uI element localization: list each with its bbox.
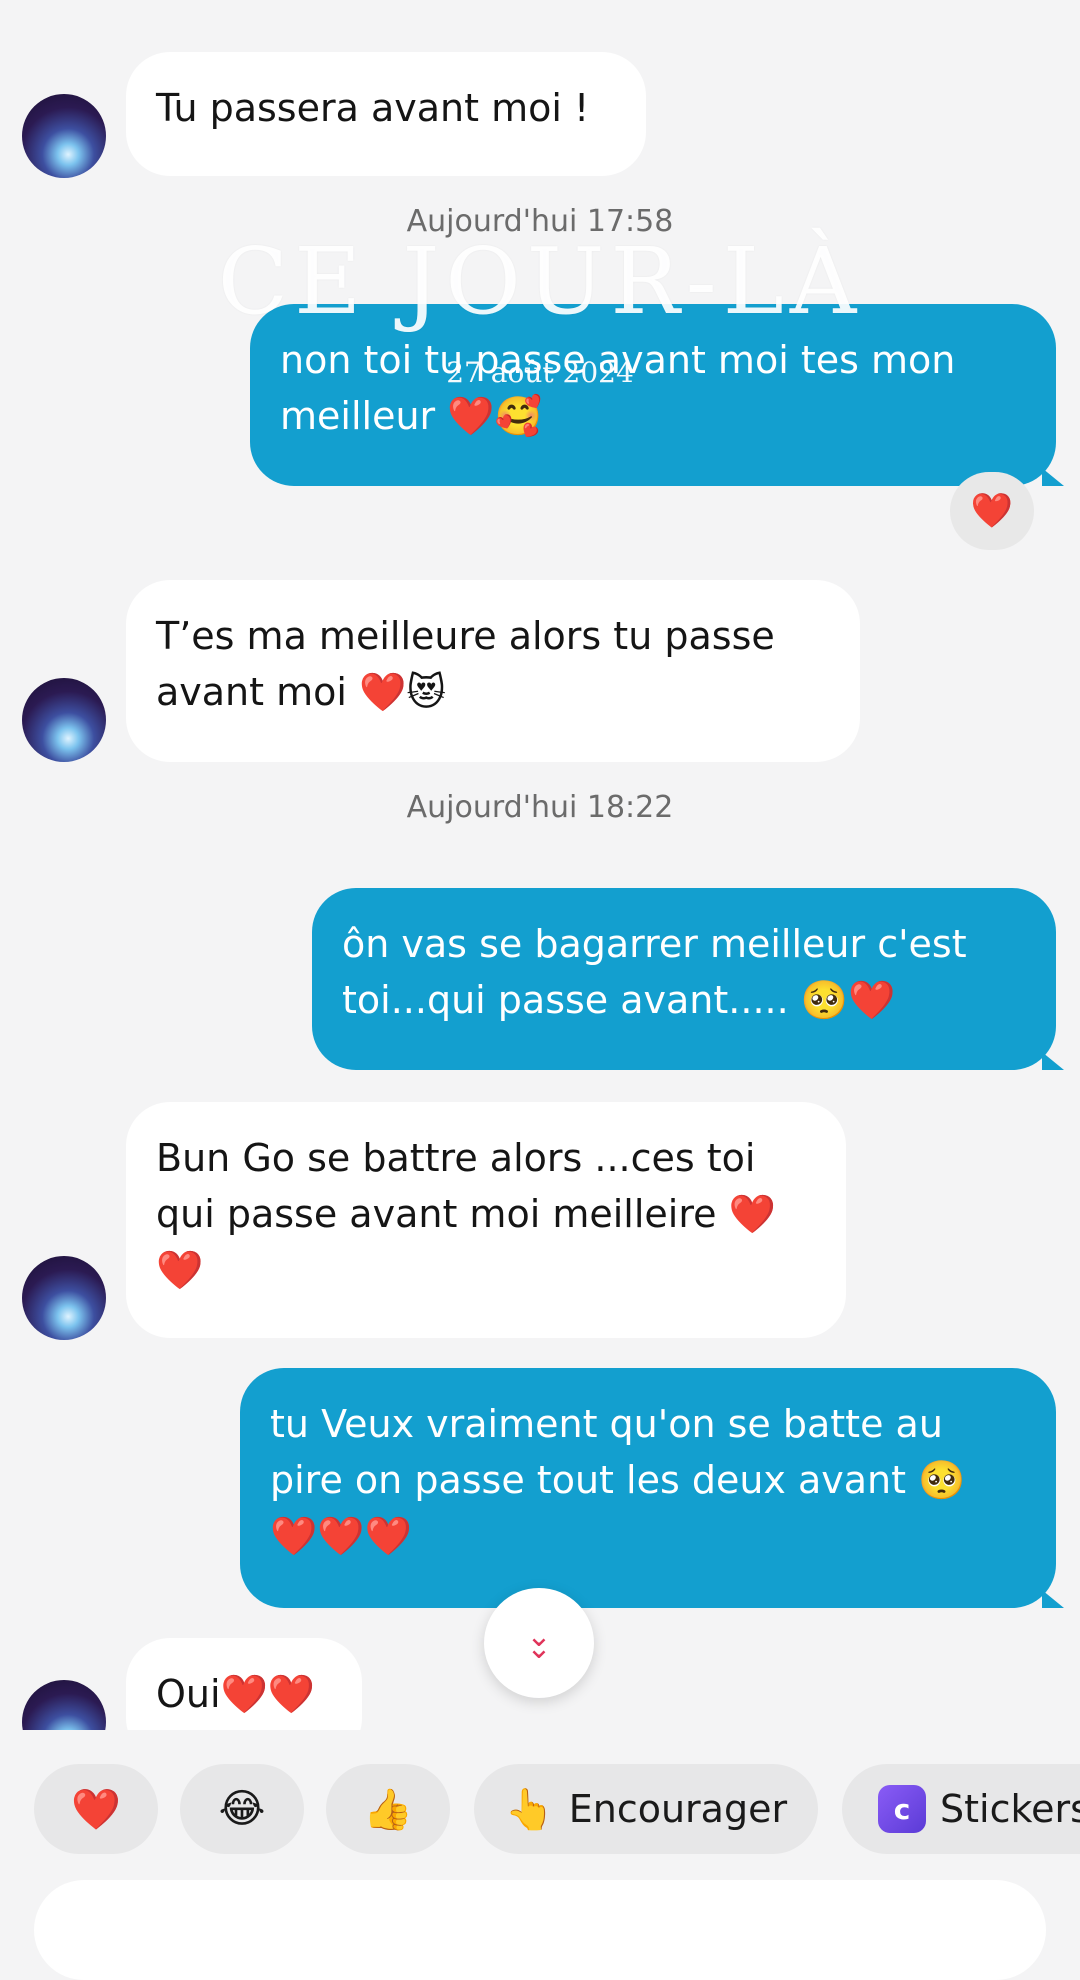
- contact-avatar[interactable]: [22, 1680, 106, 1730]
- message-incoming[interactable]: T’es ma meilleure alors tu passe avant m…: [126, 580, 860, 762]
- double-chevron-down-icon: ⌄ ⌄: [526, 1619, 552, 1666]
- quick-reply-laugh[interactable]: 😂: [180, 1764, 304, 1854]
- pointing-hand-icon: 👆: [504, 1786, 555, 1833]
- timestamp: Aujourd'hui 18:22: [406, 790, 674, 825]
- heart-reaction-icon[interactable]: ❤️: [950, 472, 1034, 550]
- scroll-to-bottom-button[interactable]: ⌄ ⌄: [484, 1588, 594, 1698]
- contact-avatar[interactable]: [22, 678, 106, 762]
- contact-avatar[interactable]: [22, 94, 106, 178]
- message-incoming[interactable]: Tu passera avant moi !: [126, 52, 646, 176]
- stickers-label: Stickers: [940, 1787, 1080, 1831]
- stickers-button[interactable]: c Stickers: [842, 1764, 1080, 1854]
- message-incoming[interactable]: Oui❤️❤️: [126, 1638, 362, 1730]
- heart-icon: ❤️: [71, 1786, 121, 1833]
- thumbs-up-icon: 👍: [363, 1786, 413, 1833]
- memory-overlay-title: CE JOUR-LÀ: [217, 228, 863, 335]
- message-input[interactable]: [34, 1880, 1046, 1980]
- message-outgoing[interactable]: tu Veux vraiment qu'on se batte au pire …: [240, 1368, 1056, 1608]
- quick-reply-bar[interactable]: ❤️ 😂 👍 👆 Encourager c Stickers: [0, 1764, 1080, 1854]
- message-outgoing[interactable]: ôn vas se bagarrer meilleur c'est toi...…: [312, 888, 1056, 1070]
- encourager-button[interactable]: 👆 Encourager: [474, 1764, 818, 1854]
- chat-thread[interactable]: Tu passera avant moi ! Aujourd'hui 17:58…: [0, 0, 1080, 1730]
- message-incoming[interactable]: Bun Go se battre alors ...ces toi qui pa…: [126, 1102, 846, 1338]
- sticker-icon: c: [878, 1785, 926, 1833]
- encourager-label: Encourager: [568, 1787, 788, 1831]
- memory-overlay-date: 27 août 2024: [446, 356, 634, 389]
- quick-reply-heart[interactable]: ❤️: [34, 1764, 158, 1854]
- quick-reply-thumbs-up[interactable]: 👍: [326, 1764, 450, 1854]
- laughing-emoji-icon: 😂: [218, 1786, 266, 1832]
- contact-avatar[interactable]: [22, 1256, 106, 1340]
